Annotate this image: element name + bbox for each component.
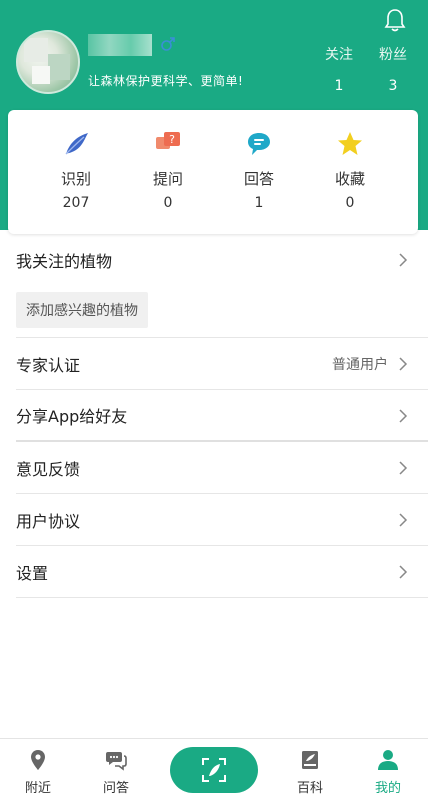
follow-label: 关注 bbox=[325, 47, 353, 63]
follow-stat[interactable]: 关注 1 bbox=[314, 44, 364, 94]
stat-questions[interactable]: ? 提问 0 bbox=[128, 130, 208, 211]
add-plant-button[interactable]: 添加感兴趣的植物 bbox=[16, 292, 148, 328]
menu-followed-plants[interactable]: 我关注的植物 bbox=[16, 234, 428, 286]
chevron-right-icon bbox=[399, 357, 408, 371]
stat-identify[interactable]: 识别 207 bbox=[36, 130, 116, 211]
menu-agreement[interactable]: 用户协议 bbox=[16, 494, 428, 546]
chevron-right-icon bbox=[399, 461, 408, 475]
tab-label: 我的 bbox=[374, 781, 401, 796]
follow-count: 1 bbox=[334, 78, 344, 94]
star-icon bbox=[338, 132, 362, 155]
menu-label: 我关注的植物 bbox=[16, 252, 113, 271]
fans-stat[interactable]: 粉丝 3 bbox=[368, 44, 418, 94]
menu-expert-cert[interactable]: 专家认证 普通用户 bbox=[16, 338, 428, 390]
male-icon bbox=[161, 37, 175, 51]
stat-value: 0 bbox=[345, 195, 355, 211]
stat-value: 1 bbox=[254, 195, 264, 211]
stat-favorites[interactable]: 收藏 0 bbox=[310, 130, 390, 211]
chevron-right-icon bbox=[399, 513, 408, 527]
add-plant-section: 添加感兴趣的植物 bbox=[16, 286, 428, 338]
menu-label: 设置 bbox=[16, 563, 49, 583]
person-icon bbox=[378, 750, 398, 770]
stat-label: 识别 bbox=[60, 170, 91, 188]
location-icon bbox=[31, 750, 45, 770]
profile-slogan: 让森林保护更科学、更简单! bbox=[88, 74, 244, 88]
menu-label: 分享App给好友 bbox=[16, 407, 128, 426]
expert-status: 普通用户 bbox=[332, 357, 388, 373]
leaf-icon bbox=[65, 133, 88, 155]
tab-nearby[interactable]: 附近 bbox=[8, 749, 68, 796]
chevron-right-icon bbox=[399, 409, 408, 423]
chevron-right-icon bbox=[399, 253, 408, 267]
fans-label: 粉丝 bbox=[379, 47, 407, 63]
tab-label: 附近 bbox=[24, 781, 51, 796]
username bbox=[88, 34, 152, 56]
stat-label: 收藏 bbox=[334, 170, 365, 188]
scan-icon bbox=[202, 758, 226, 782]
stat-value: 0 bbox=[163, 195, 173, 211]
menu-share-app[interactable]: 分享App给好友 bbox=[16, 390, 428, 442]
menu-feedback[interactable]: 意见反馈 bbox=[16, 442, 428, 494]
book-icon bbox=[302, 751, 318, 769]
bottom-tab-bar: 附近 问答 百科 我的 bbox=[0, 738, 428, 800]
stat-label: 回答 bbox=[243, 170, 274, 188]
stat-label: 提问 bbox=[152, 170, 183, 188]
menu-label: 专家认证 bbox=[16, 355, 81, 375]
stats-card: 识别 207 ? 提问 0 回答 1 收藏 0 bbox=[8, 110, 418, 234]
avatar[interactable] bbox=[16, 30, 80, 94]
question-icon: ? bbox=[156, 132, 180, 149]
stat-answers[interactable]: 回答 1 bbox=[219, 130, 299, 211]
tab-qa[interactable]: 问答 bbox=[86, 749, 146, 796]
chat-bubbles-icon bbox=[106, 752, 127, 771]
tab-me[interactable]: 我的 bbox=[358, 749, 418, 796]
tab-encyclopedia[interactable]: 百科 bbox=[280, 749, 340, 796]
menu-settings[interactable]: 设置 bbox=[16, 546, 428, 598]
chat-icon bbox=[248, 133, 270, 155]
fans-count: 3 bbox=[388, 78, 398, 94]
svg-text:?: ? bbox=[169, 133, 175, 146]
chevron-right-icon bbox=[399, 565, 408, 579]
menu-label: 意见反馈 bbox=[16, 459, 81, 479]
menu-list: 我关注的植物 添加感兴趣的植物 专家认证 普通用户 分享App给好友 意见反馈 … bbox=[16, 234, 428, 598]
menu-label: 用户协议 bbox=[16, 511, 81, 531]
scan-button[interactable] bbox=[170, 747, 258, 793]
tab-label: 问答 bbox=[102, 781, 129, 796]
bell-icon[interactable] bbox=[384, 8, 406, 32]
stat-value: 207 bbox=[62, 195, 90, 211]
tab-label: 百科 bbox=[296, 781, 323, 796]
